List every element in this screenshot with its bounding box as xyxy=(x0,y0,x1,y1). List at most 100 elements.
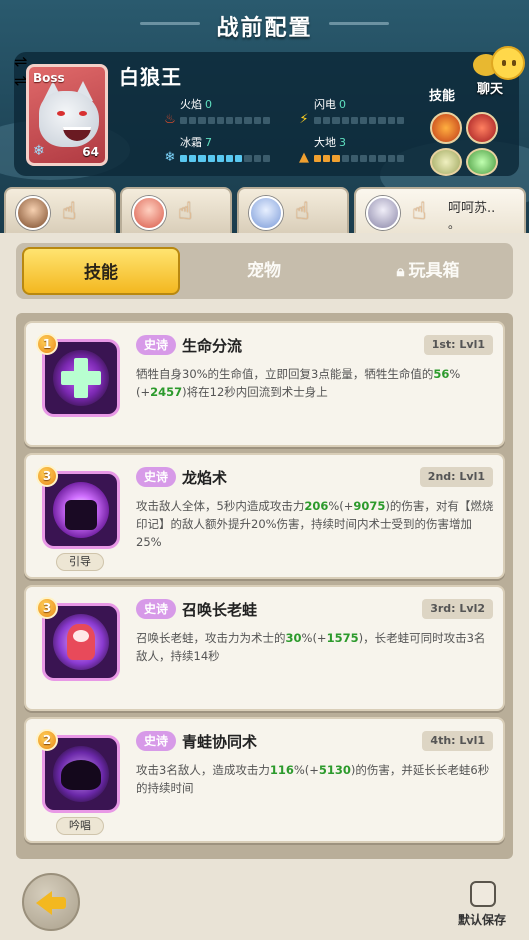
stat-bar-segment xyxy=(180,155,188,162)
stat-bar-segment xyxy=(314,155,322,162)
stat-value: 7 xyxy=(205,136,212,149)
stat-name: 冰霜 xyxy=(180,136,202,149)
lock-icon: 🔒︎ xyxy=(396,262,405,280)
desc-text: %(+ xyxy=(328,499,354,513)
stat-bar-segment xyxy=(235,117,243,124)
skill-name: 召唤长老蛙 xyxy=(182,601,258,619)
stat-bar-segment xyxy=(387,117,395,124)
hero-speech-tail: 。 xyxy=(448,217,461,231)
stat-bar-segment xyxy=(350,155,359,162)
wolf-eye-icon xyxy=(57,111,65,116)
tap-hand-icon: ☝ xyxy=(178,197,193,225)
rarity-badge: 史诗 xyxy=(136,467,176,487)
skill-card[interactable]: 3 引导 史诗 龙焰术 2nd: Lvl1 攻击敌人全体，5秒内造成攻击力206… xyxy=(24,453,505,579)
ice-icon: ❄ xyxy=(164,150,176,165)
skill-description: 召唤长老蛙，攻击力为术士的30%(+1575)，长老蛙可同时攻击3名敌人，持续1… xyxy=(136,629,496,665)
wind-skill-icon[interactable] xyxy=(430,148,462,176)
nature-skill-icon[interactable] xyxy=(466,148,498,176)
chat-button[interactable]: 聊天 xyxy=(469,46,525,100)
skill-rank-badge: 3 xyxy=(36,465,58,487)
tab-skills[interactable]: 技能 xyxy=(22,247,180,295)
stat-bar-segment xyxy=(180,117,188,124)
stat-bar-segment xyxy=(341,117,349,124)
rarity-badge: 史诗 xyxy=(136,731,176,751)
team-slot-3[interactable]: ☝ xyxy=(237,187,349,235)
skill-name: 龙焰术 xyxy=(182,469,228,487)
stat-bar-segment xyxy=(207,117,215,124)
stat-bar-segment xyxy=(387,155,395,162)
stat-bar-segment xyxy=(323,155,331,162)
boss-tag: Boss xyxy=(33,71,65,85)
stat-name: 大地 xyxy=(314,136,336,149)
stat-bar-segment xyxy=(378,117,386,124)
desc-text: 召唤长老蛙，攻击力为术士的 xyxy=(136,631,286,645)
stat-bar-segment xyxy=(341,155,349,162)
boss-info-panel: Boss ❄ 64 白狼王 火焰 0 ♨ ⇌ 闪电 0 ⚡ 冰霜 7 ❄ ⇌ 大地 3 … xyxy=(14,52,519,176)
stat-bar-segment xyxy=(369,155,377,162)
stat-bar-segment xyxy=(262,155,271,162)
desc-text: )将在12秒内回流到术士身上 xyxy=(182,385,328,399)
highlight-value: 206 xyxy=(304,499,329,513)
tab-label: 宠物 xyxy=(247,261,281,281)
stat-bar xyxy=(314,155,405,162)
tab-pets[interactable]: 宠物 xyxy=(184,247,344,295)
claw-skill-icon[interactable] xyxy=(466,112,498,144)
skill-list[interactable]: 1 史诗 生命分流 1st: Lvl1 牺牲自身30%的生命值，立即回复3点能量… xyxy=(16,313,513,859)
skill-card[interactable]: 2 吟唱 史诗 青蛙协同术 4th: Lvl1 攻击3名敌人，造成攻击力116%… xyxy=(24,717,505,843)
chat-label: 聊天 xyxy=(477,82,504,97)
stat-bar-segment xyxy=(253,155,261,162)
default-save-label: 默认保存 xyxy=(458,913,507,927)
skill-type-tag: 吟唱 xyxy=(56,817,104,835)
stat-lightning: 闪电 0 ⚡ xyxy=(296,96,416,130)
stat-bar-segment xyxy=(189,155,197,162)
stat-bar-segment xyxy=(244,117,252,124)
rarity-badge: 史诗 xyxy=(136,599,176,619)
boss-portrait[interactable]: Boss ❄ 64 xyxy=(26,64,108,166)
desc-text: 攻击3名敌人，造成攻击力 xyxy=(136,763,270,777)
skill-description: 牺牲自身30%的生命值，立即回复3点能量，牺牲生命值的56%(+2457)将在1… xyxy=(136,365,496,401)
team-slot-4[interactable]: ☝ 呵呵苏.. 。 xyxy=(354,187,526,235)
tab-toybox[interactable]: 🔒︎ 玩具箱 xyxy=(348,247,508,295)
stat-bar-segment xyxy=(262,117,271,124)
highlight-value: 9075 xyxy=(353,499,386,513)
stat-bar xyxy=(180,155,271,162)
skill-slot-level: 3rd: Lvl2 xyxy=(422,599,493,619)
back-button[interactable] xyxy=(22,873,80,931)
tap-hand-icon: ☝ xyxy=(412,197,427,225)
tab-label: 技能 xyxy=(84,263,118,283)
stat-value: 3 xyxy=(339,136,346,149)
skill-card[interactable]: 3 史诗 召唤长老蛙 3rd: Lvl2 召唤长老蛙，攻击力为术士的30%(+1… xyxy=(24,585,505,711)
team-slot-1[interactable]: ☝ xyxy=(4,187,116,235)
skill-card[interactable]: 1 史诗 生命分流 1st: Lvl1 牺牲自身30%的生命值，立即回复3点能量… xyxy=(24,321,505,447)
highlight-value: 56 xyxy=(433,367,450,381)
default-save-checkbox[interactable] xyxy=(470,881,496,907)
stat-bar-segment xyxy=(378,155,386,162)
hero-speech: 呵呵苏.. xyxy=(448,201,496,216)
stat-bar-segment xyxy=(226,155,234,162)
hero-avatar xyxy=(249,196,283,230)
stat-bar-segment xyxy=(244,155,252,162)
hero-avatar xyxy=(366,196,400,230)
stat-bar xyxy=(314,117,405,124)
fire-skill-icon[interactable] xyxy=(430,112,462,144)
highlight-value: 116 xyxy=(269,763,294,777)
stat-bar-segment xyxy=(198,117,206,124)
desc-text: 攻击敌人全体，5秒内造成攻击力 xyxy=(136,499,305,513)
team-slot-2[interactable]: ☝ xyxy=(120,187,232,235)
skill-rank-badge: 1 xyxy=(36,333,58,355)
earth-icon: ▲ xyxy=(299,150,309,165)
header-area: 战前配置 Boss ❄ 64 白狼王 火焰0 ♨ ⇌ 闪电0 ⚡ 冰霜7 xyxy=(0,0,529,236)
stat-bar-segment xyxy=(216,117,225,124)
boss-level: 64 xyxy=(82,145,99,159)
skill-slot-level: 1st: Lvl1 xyxy=(423,335,493,355)
page-title: 战前配置 xyxy=(216,16,313,41)
stat-value: 0 xyxy=(205,98,212,111)
stat-bar-segment xyxy=(314,117,322,124)
stat-name: 火焰 xyxy=(180,98,202,111)
skill-type-tag: 引导 xyxy=(56,553,104,571)
stat-bar-segment xyxy=(369,117,377,124)
stat-bar-segment xyxy=(332,155,340,162)
stat-bar-segment xyxy=(235,155,243,162)
main-panel: 技能 宠物 🔒︎ 玩具箱 1 史诗 生命分流 1st: Lvl1 牺牲自身30%的… xyxy=(0,233,529,940)
stat-bar-segment xyxy=(396,117,405,124)
